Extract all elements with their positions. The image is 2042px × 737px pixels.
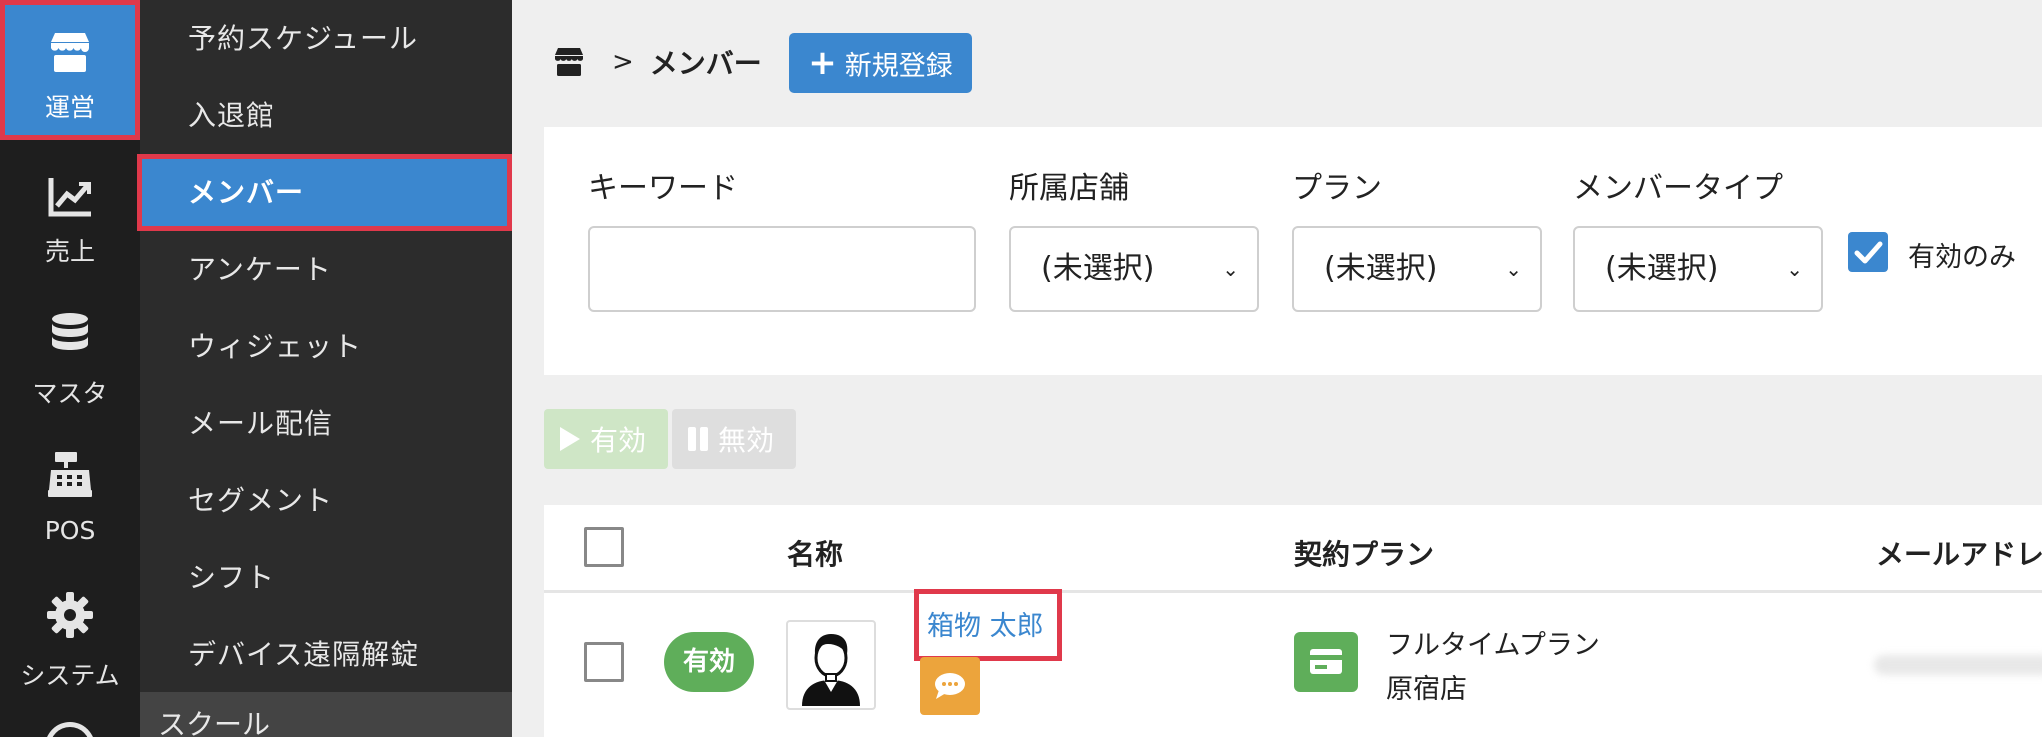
header-plan[interactable]: 契約プラン bbox=[1294, 533, 1434, 573]
rail-item-master[interactable]: マスタ bbox=[0, 280, 140, 420]
menu-item-survey[interactable]: アンケート bbox=[140, 231, 512, 308]
more-icon[interactable] bbox=[45, 722, 95, 737]
breadcrumb: > メンバー bbox=[552, 34, 762, 90]
chevron-down-icon: ⌄ bbox=[1505, 257, 1522, 281]
disable-button[interactable]: 無効 bbox=[672, 409, 796, 469]
rail-item-label: POS bbox=[44, 516, 96, 545]
chart-line-icon bbox=[48, 178, 91, 217]
header-email[interactable]: メールアドレス bbox=[1876, 533, 2042, 573]
menu-item-remote-unlock[interactable]: デバイス遠隔解錠 bbox=[140, 616, 512, 693]
rail-item-sales[interactable]: 売上 bbox=[0, 140, 140, 280]
plan-store: 原宿店 bbox=[1386, 674, 1467, 705]
chevron-down-icon: ⌄ bbox=[1222, 257, 1239, 281]
rail-item-label: 運営 bbox=[44, 93, 95, 122]
plus-icon: + bbox=[808, 43, 837, 83]
menu-item-widget[interactable]: ウィジェット bbox=[140, 308, 512, 385]
sub-menu: 予約スケジュール 入退館 メンバー アンケート ウィジェット メール配信 セグメ… bbox=[137, 0, 512, 737]
store-label: 所属店舗 bbox=[1009, 171, 1129, 206]
keyword-label: キーワード bbox=[588, 171, 738, 206]
member-name-highlight: 箱物 太郎 bbox=[914, 589, 1062, 661]
rail-item-label: マスタ bbox=[32, 379, 108, 408]
database-icon bbox=[52, 313, 88, 350]
menu-section-school[interactable]: スクール bbox=[140, 692, 512, 737]
new-registration-button[interactable]: + 新規登録 bbox=[789, 33, 972, 93]
menu-item-check-in-out[interactable]: 入退館 bbox=[140, 77, 512, 154]
rail-item-system[interactable]: システム bbox=[0, 560, 140, 700]
chat-button[interactable] bbox=[920, 657, 980, 715]
member-name-link[interactable]: 箱物 太郎 bbox=[927, 604, 1044, 643]
members-table: 名称 契約プラン メールアドレス 有効 箱物 太郎 bbox=[544, 505, 2042, 737]
disable-button-label: 無効 bbox=[718, 424, 775, 457]
play-icon bbox=[560, 427, 580, 451]
menu-item-mail-delivery[interactable]: メール配信 bbox=[140, 385, 512, 462]
plan-label: プラン bbox=[1292, 171, 1382, 206]
menu-item-reservation-schedule[interactable]: 予約スケジュール bbox=[140, 0, 512, 77]
email-redacted bbox=[1874, 655, 2042, 675]
avatar bbox=[786, 620, 876, 710]
status-badge: 有効 bbox=[664, 632, 754, 692]
enable-button-label: 有効 bbox=[590, 424, 647, 457]
member-type-label: メンバータイプ bbox=[1573, 171, 1783, 206]
store-icon[interactable] bbox=[552, 47, 586, 77]
keyword-input[interactable] bbox=[588, 226, 976, 312]
active-only-label: 有効のみ bbox=[1908, 242, 2016, 273]
plan-card-icon bbox=[1294, 632, 1358, 692]
rail-item-label: 売上 bbox=[44, 237, 95, 266]
chevron-down-icon: ⌄ bbox=[1786, 257, 1803, 281]
member-type-select-value: (未選択) bbox=[1605, 251, 1719, 286]
chat-icon bbox=[935, 673, 965, 699]
menu-item-shift[interactable]: シフト bbox=[140, 539, 512, 616]
new-registration-label: 新規登録 bbox=[844, 50, 953, 82]
rail-item-pos[interactable]: POS bbox=[0, 420, 140, 560]
cash-register-icon bbox=[48, 452, 92, 497]
main-content: > メンバー + 新規登録 キーワード 所属店舗 (未選択) ⌄ プラン (未選… bbox=[512, 0, 2042, 737]
store-select-value: (未選択) bbox=[1041, 251, 1155, 286]
store-select[interactable]: (未選択) ⌄ bbox=[1009, 226, 1259, 312]
enable-button[interactable]: 有効 bbox=[544, 409, 668, 469]
plan-select-value: (未選択) bbox=[1324, 251, 1438, 286]
check-icon bbox=[1854, 241, 1883, 264]
gear-icon bbox=[47, 592, 93, 638]
page-title: メンバー bbox=[649, 47, 762, 80]
filter-panel: キーワード 所属店舗 (未選択) ⌄ プラン (未選択) ⌄ メンバータイプ (… bbox=[544, 127, 2042, 375]
table-header: 名称 契約プラン メールアドレス bbox=[544, 505, 2042, 593]
breadcrumb-separator: > bbox=[612, 47, 634, 77]
plan-name: フルタイムプラン bbox=[1386, 630, 1600, 661]
select-all-checkbox[interactable] bbox=[584, 527, 624, 567]
menu-item-segment[interactable]: セグメント bbox=[140, 462, 512, 539]
member-type-select[interactable]: (未選択) ⌄ bbox=[1573, 226, 1823, 312]
active-only-checkbox[interactable] bbox=[1848, 232, 1888, 272]
menu-item-members[interactable]: メンバー bbox=[137, 154, 512, 231]
credit-card-icon bbox=[1310, 649, 1342, 674]
plan-select[interactable]: (未選択) ⌄ bbox=[1292, 226, 1542, 312]
header-name[interactable]: 名称 bbox=[787, 533, 843, 573]
rail-item-label: システム bbox=[20, 661, 120, 690]
pause-icon bbox=[688, 427, 708, 451]
rail-item-operations[interactable]: 運営 bbox=[0, 0, 140, 140]
row-checkbox[interactable] bbox=[584, 642, 624, 682]
user-avatar-icon bbox=[802, 634, 860, 706]
icon-rail: 運営 売上 マスタ POS システム bbox=[0, 0, 140, 737]
store-icon bbox=[51, 33, 89, 72]
